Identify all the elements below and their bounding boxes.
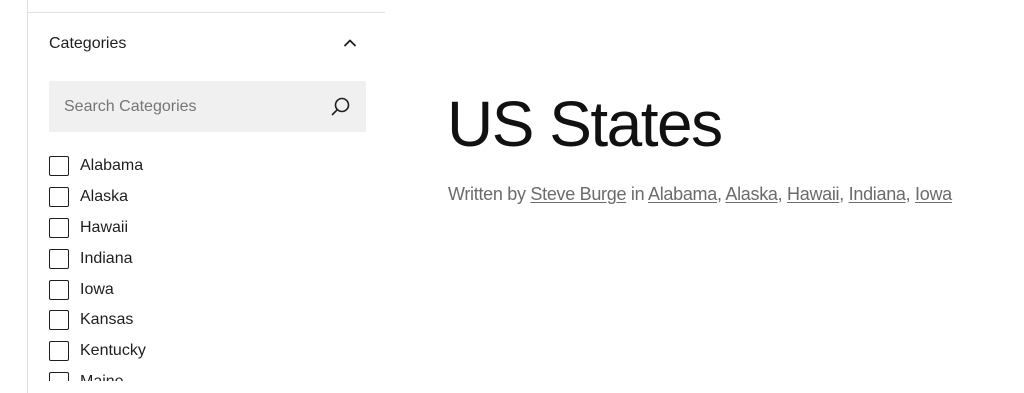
category-label: Indiana	[80, 249, 133, 267]
category-item[interactable]: Kentucky	[49, 336, 369, 367]
editor-screen: Categories Alabama Alaska Hawaii Indiana Iow…	[0, 0, 1024, 393]
categories-panel-title: Categories	[49, 35, 127, 52]
category-checkbox[interactable]	[49, 248, 69, 269]
in-text: in	[630, 184, 645, 204]
category-link[interactable]: Indiana	[849, 184, 906, 204]
categories-panel-toggle[interactable]: Categories	[28, 13, 385, 75]
editor-canvas: US States Written by Steve Burge in Alab…	[385, 0, 1024, 393]
category-label: Iowa	[80, 280, 114, 298]
category-link[interactable]: Iowa	[915, 184, 952, 204]
category-checkbox[interactable]	[49, 156, 69, 177]
category-search-input[interactable]	[49, 81, 319, 132]
category-checkbox[interactable]	[49, 217, 69, 238]
category-label: Alaska	[80, 188, 129, 206]
category-checkbox[interactable]	[49, 341, 69, 362]
category-checkbox[interactable]	[49, 371, 69, 381]
chevron-up-icon[interactable]	[340, 33, 360, 53]
category-link[interactable]: Alaska	[725, 184, 778, 204]
post-title[interactable]: US States	[447, 84, 723, 164]
category-link[interactable]: Hawaii	[787, 184, 840, 204]
category-search-box	[49, 81, 366, 132]
category-item[interactable]: Maine	[49, 367, 369, 381]
category-checkbox[interactable]	[49, 187, 69, 208]
category-item[interactable]: Hawaii	[49, 213, 369, 244]
search-icon[interactable]	[329, 95, 353, 119]
category-checkbox[interactable]	[49, 310, 69, 331]
author-link[interactable]: Steve Burge	[530, 184, 626, 204]
category-separator: ,	[777, 184, 783, 204]
category-checklist: Alabama Alaska Hawaii Indiana Iowa Kansas Kent…	[49, 151, 369, 381]
category-separator: ,	[905, 184, 911, 204]
category-item[interactable]: Alabama	[49, 151, 369, 182]
category-separator: ,	[839, 184, 844, 204]
category-label: Alabama	[80, 157, 144, 175]
category-checkbox[interactable]	[49, 279, 69, 300]
post-meta: Written by Steve Burge in Alabama, Alask…	[448, 184, 952, 205]
post-categories: Alabama, Alaska, Hawaii, Indiana, Iowa	[648, 184, 952, 204]
category-link[interactable]: Alabama	[648, 184, 717, 204]
category-separator: ,	[716, 184, 722, 204]
category-label: Kentucky	[80, 342, 146, 360]
category-label: Hawaii	[80, 218, 129, 236]
category-item[interactable]: Iowa	[49, 274, 369, 305]
category-item[interactable]: Kansas	[49, 305, 369, 336]
settings-sidebar: Categories Alabama Alaska Hawaii Indiana Iow…	[0, 0, 385, 393]
category-label: Kansas	[80, 311, 134, 329]
written-by-text: Written by	[448, 184, 526, 204]
category-item[interactable]: Indiana	[49, 243, 369, 274]
category-label: Maine	[80, 373, 124, 381]
category-item[interactable]: Alaska	[49, 182, 369, 213]
